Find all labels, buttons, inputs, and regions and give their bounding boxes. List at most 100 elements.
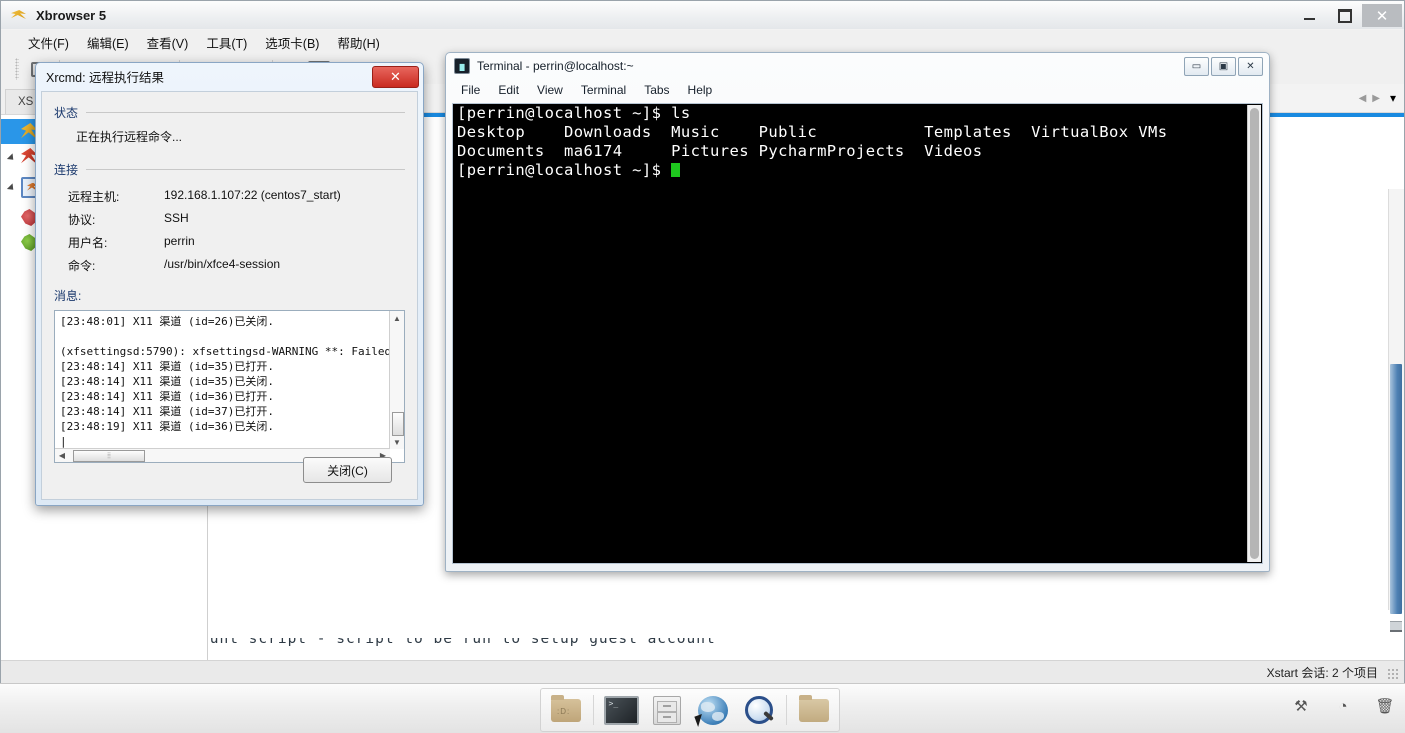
taskbar-folder-icon[interactable] xyxy=(795,692,833,728)
menu-tools[interactable]: 工具(T) xyxy=(197,30,256,55)
terminal-menu-terminal[interactable]: Terminal xyxy=(573,81,634,99)
scrollbar-secondary-thumb[interactable] xyxy=(1390,621,1402,632)
dialog-close-button[interactable]: 关闭(C) xyxy=(303,457,392,483)
log-hscroll-thumb[interactable]: ⦙⦙ xyxy=(73,449,145,462)
terminal-title: Terminal - perrin@localhost:~ xyxy=(477,59,634,73)
folder-icon xyxy=(799,694,829,722)
terminal-menu-tabs[interactable]: Tabs xyxy=(636,81,677,99)
window-controls: ✕ xyxy=(1292,1,1404,29)
connection-group-label: 连接 xyxy=(54,163,79,177)
field-command: 命令: /usr/bin/xfce4-session xyxy=(54,257,405,274)
taskbar-file-cabinet-icon[interactable] xyxy=(648,692,686,728)
terminal-menu-help[interactable]: Help xyxy=(680,81,721,99)
terminal-menu-view[interactable]: View xyxy=(529,81,571,99)
field-username: 用户名: perrin xyxy=(54,234,405,251)
taskbar-terminal-icon[interactable] xyxy=(602,692,640,728)
field-label: 远程主机: xyxy=(68,190,120,204)
message-label: 消息: xyxy=(54,289,82,303)
terminal-icon: ▆ xyxy=(454,58,470,74)
dialog-body: 状态 正在执行远程命令... 连接 远程主机: 192.168.1.107:22… xyxy=(41,91,418,500)
log-vertical-scrollbar[interactable]: ▲ ▼ xyxy=(389,311,404,449)
nav-back-icon[interactable]: ◀ xyxy=(1359,93,1367,104)
minimize-button[interactable] xyxy=(1292,4,1327,27)
desktop-taskbar: :D: ⚒ ◔ 🗑 xyxy=(0,683,1405,733)
taskbar-folder-d-icon[interactable]: :D: xyxy=(547,692,585,728)
content-vertical-scrollbar[interactable] xyxy=(1388,189,1404,632)
terminal-line-listing-2: Documents ma6174 Pictures PycharmProject… xyxy=(457,142,983,160)
terminal-screen[interactable]: [perrin@localhost ~]$ ls Desktop Downloa… xyxy=(452,103,1263,564)
taskbar-search-icon[interactable] xyxy=(740,692,778,728)
status-group-header: 状态 xyxy=(54,104,405,121)
close-button[interactable]: ✕ xyxy=(1362,4,1402,27)
scrollbar-thumb[interactable] xyxy=(1390,364,1402,614)
resize-grip[interactable] xyxy=(1387,668,1399,680)
taskbar-separator-1 xyxy=(593,695,594,725)
tray-clock-icon[interactable]: ◔ xyxy=(1333,696,1353,716)
terminal-close-button[interactable]: ✕ xyxy=(1238,57,1263,76)
field-label: 协议: xyxy=(68,213,96,227)
tree-twisty-open-2[interactable] xyxy=(7,181,19,193)
app-titlebar: Xbrowser 5 ✕ xyxy=(1,1,1404,29)
log-scroll-down-icon[interactable]: ▼ xyxy=(390,435,404,449)
field-value: SSH xyxy=(164,211,189,225)
content-overflow-icon[interactable]: ▾ xyxy=(1390,91,1396,105)
status-text: Xstart 会话: 2 个项目 xyxy=(1266,665,1378,680)
app-statusbar: Xstart 会话: 2 个项目 xyxy=(1,660,1404,683)
terminal-line-prompt-1: [perrin@localhost ~]$ ls xyxy=(457,104,691,122)
terminal-line-prompt-2: [perrin@localhost ~]$ xyxy=(453,161,1262,180)
content-nav[interactable]: ◀ ▶ xyxy=(1359,93,1380,104)
terminal-window: ▆ Terminal - perrin@localhost:~ ▭ ▣ ✕ Fi… xyxy=(445,52,1270,572)
log-scroll-left-icon[interactable]: ◀ xyxy=(55,451,69,460)
terminal-maximize-button[interactable]: ▣ xyxy=(1211,57,1236,76)
tray-trash-icon[interactable]: 🗑 xyxy=(1375,696,1395,716)
terminal-window-controls: ▭ ▣ ✕ xyxy=(1184,57,1263,76)
field-protocol: 协议: SSH xyxy=(54,211,405,228)
dialog-titlebar: Xrcmd: 远程执行结果 ✕ xyxy=(36,63,423,90)
log-vscroll-thumb[interactable] xyxy=(392,412,404,436)
field-value: perrin xyxy=(164,234,195,248)
tree-twisty-open[interactable] xyxy=(7,151,19,163)
folder-icon: :D: xyxy=(551,694,581,722)
terminal-menu-file[interactable]: File xyxy=(453,81,488,99)
terminal-menu-edit[interactable]: Edit xyxy=(490,81,527,99)
group-divider-2 xyxy=(86,169,405,170)
terminal-titlebar: ▆ Terminal - perrin@localhost:~ ▭ ▣ ✕ xyxy=(446,53,1269,79)
terminal-menubar: File Edit View Terminal Tabs Help xyxy=(446,79,1269,101)
log-scroll-up-icon[interactable]: ▲ xyxy=(390,311,404,325)
menu-edit[interactable]: 编辑(E) xyxy=(78,30,138,55)
status-text: 正在执行远程命令... xyxy=(76,130,183,144)
dialog-close-icon[interactable]: ✕ xyxy=(372,66,419,88)
terminal-minimize-button[interactable]: ▭ xyxy=(1184,57,1209,76)
magnifier-icon xyxy=(745,696,774,724)
tree-spacer-1 xyxy=(7,212,19,224)
menu-tabs[interactable]: 选项卡(B) xyxy=(256,30,328,55)
terminal-scrollbar-thumb[interactable] xyxy=(1250,108,1259,559)
message-log-box[interactable]: [23:48:01] X11 渠道 (id=26)已关闭. (xfsetting… xyxy=(54,310,405,463)
xbrowser-logo-icon xyxy=(10,6,28,24)
field-remote-host: 远程主机: 192.168.1.107:22 (centos7_start) xyxy=(54,188,405,205)
taskbar-web-browser-icon[interactable] xyxy=(694,692,732,728)
terminal-scrollbar[interactable] xyxy=(1247,105,1261,562)
terminal-line-listing-1: Desktop Downloads Music Public Templates… xyxy=(457,123,1168,141)
menu-view[interactable]: 查看(V) xyxy=(138,30,198,55)
group-divider xyxy=(86,112,405,113)
dialog-title: Xrcmd: 远程执行结果 xyxy=(46,71,165,85)
tree-twisty[interactable] xyxy=(7,126,19,138)
nav-forward-icon[interactable]: ▶ xyxy=(1372,93,1380,104)
toolbar-grip[interactable] xyxy=(15,58,19,80)
maximize-button[interactable] xyxy=(1327,4,1362,27)
status-group-label: 状态 xyxy=(54,106,79,120)
terminal-icon xyxy=(603,695,639,725)
field-value: 192.168.1.107:22 (centos7_start) xyxy=(164,188,341,202)
content-cut-text: ount script - script to be run to setup … xyxy=(208,638,716,647)
menu-help[interactable]: 帮助(H) xyxy=(328,30,388,55)
field-value: /usr/bin/xfce4-session xyxy=(164,257,281,271)
message-log-text: [23:48:01] X11 渠道 (id=26)已关闭. (xfsetting… xyxy=(60,315,404,448)
taskbar-launcher: :D: xyxy=(540,688,840,732)
menu-file[interactable]: 文件(F) xyxy=(19,30,78,55)
taskbar-separator-2 xyxy=(786,695,787,725)
tree-spacer-2 xyxy=(7,237,19,249)
tray-pin-icon[interactable]: ⚒ xyxy=(1291,696,1311,716)
xrcmd-dialog: Xrcmd: 远程执行结果 ✕ 状态 正在执行远程命令... 连接 远程主机: … xyxy=(35,62,424,506)
field-label: 用户名: xyxy=(68,236,108,250)
